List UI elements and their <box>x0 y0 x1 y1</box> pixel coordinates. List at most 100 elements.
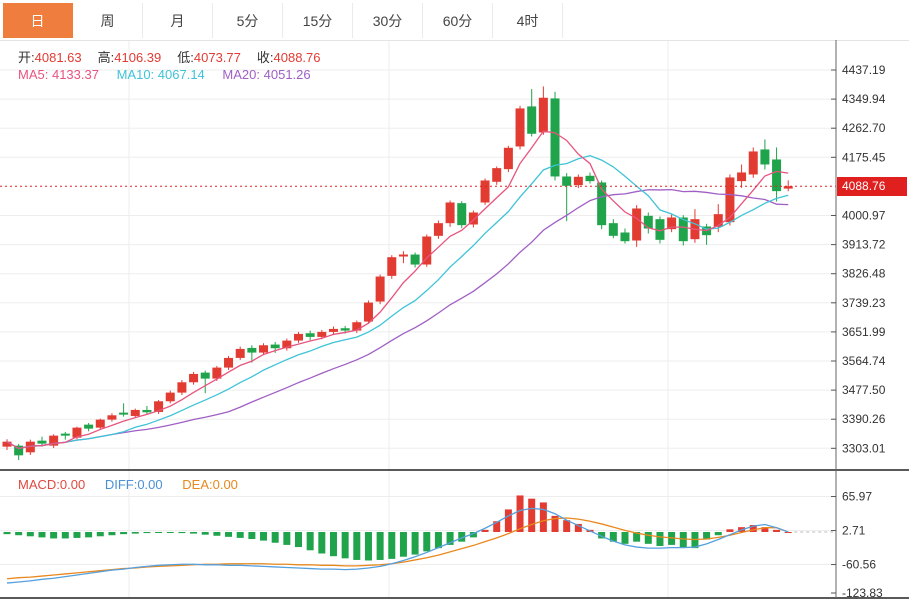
price-axis-label: 3477.50 <box>842 383 886 397</box>
price-axis-label: 3390.26 <box>842 412 886 426</box>
macd-hist-bar <box>272 532 279 543</box>
tab-week[interactable]: 周 <box>73 3 143 38</box>
macd-hist-bar <box>726 529 733 532</box>
macd-hist-bar <box>482 530 489 532</box>
candle-body <box>632 208 641 240</box>
candle-body <box>294 334 303 341</box>
macd-hist-bar <box>202 532 209 535</box>
kline-chart-plot[interactable]: 4437.194349.944262.704175.454000.973913.… <box>0 0 909 603</box>
macd-hist-bar <box>178 532 185 533</box>
tab-day[interactable]: 日 <box>3 3 73 38</box>
candle-body <box>516 108 525 146</box>
macd-hist-bar <box>540 502 547 532</box>
candle-body <box>352 322 361 330</box>
tab-5min[interactable]: 5分 <box>213 3 283 38</box>
macd-hist-bar <box>330 532 337 556</box>
ma5-line <box>7 131 788 448</box>
tab-15min[interactable]: 15分 <box>283 3 353 38</box>
ohlc-legend: 开:4081.63高:4106.39低:4073.77收:4088.76 <box>18 47 337 66</box>
candle-body <box>271 345 280 349</box>
candle-body <box>504 148 513 169</box>
close-label: 收: <box>257 50 274 65</box>
candle-body <box>446 202 455 223</box>
price-axis-label: 4349.94 <box>842 92 886 106</box>
candle-body <box>481 180 490 202</box>
diff-value: DIFF:0.00 <box>105 477 163 492</box>
candle-body <box>96 420 105 428</box>
macd-value: MACD:0.00 <box>18 477 85 492</box>
tab-60min[interactable]: 60分 <box>423 3 493 38</box>
price-axis-label: 3913.72 <box>842 238 886 252</box>
candle-body <box>201 373 210 379</box>
candle-body <box>142 410 151 412</box>
candle-body <box>224 358 233 368</box>
macd-hist-bar <box>108 532 115 535</box>
tab-month[interactable]: 月 <box>143 3 213 38</box>
ma20-legend: MA20: 4051.26 <box>222 67 310 82</box>
candle-body <box>492 168 501 182</box>
macd-hist-bar <box>377 532 384 560</box>
ma-legend: MA5: 4133.37 MA10: 4067.14 MA20: 4051.26 <box>18 67 311 82</box>
high-label: 高: <box>98 50 115 65</box>
macd-hist-bar <box>143 532 150 533</box>
candle-body <box>131 410 140 416</box>
macd-hist-bar <box>4 532 11 534</box>
macd-hist-bar <box>656 532 663 546</box>
candle-body <box>562 176 571 185</box>
candle-body <box>61 434 70 436</box>
macd-hist-bar <box>50 532 57 538</box>
candle-body <box>84 425 93 429</box>
candle-body <box>37 441 46 444</box>
candle-body <box>737 172 746 181</box>
candle-body <box>107 415 116 419</box>
dea-value: DEA:0.00 <box>182 477 238 492</box>
candle-body <box>760 149 769 164</box>
tab-30min[interactable]: 30分 <box>353 3 423 38</box>
macd-hist-bar <box>62 532 69 538</box>
candle-body <box>341 328 350 330</box>
tab-4hour[interactable]: 4时 <box>493 3 563 38</box>
open-value: 4081.63 <box>35 50 82 65</box>
macd-hist-bar <box>38 532 45 537</box>
price-axis-label: 4175.45 <box>842 150 886 164</box>
high-value: 4106.39 <box>114 50 161 65</box>
macd-hist-bar <box>505 509 512 532</box>
price-axis-label: 3303.01 <box>842 441 886 455</box>
macd-axis-label: -123.83 <box>842 586 883 600</box>
macd-axis-label: 2.71 <box>842 524 866 538</box>
macd-hist-bar <box>773 530 780 532</box>
macd-hist-bar <box>342 532 349 558</box>
candle-body <box>329 329 338 332</box>
macd-hist-bar <box>785 532 792 533</box>
candle-body <box>119 413 128 415</box>
candle-body <box>236 349 245 358</box>
candle-body <box>399 255 408 257</box>
macd-hist-bar <box>260 532 267 541</box>
candle-body <box>306 333 315 337</box>
ma5-legend: MA5: 4133.37 <box>18 67 99 82</box>
macd-hist-bar <box>621 532 628 544</box>
macd-hist-bar <box>97 532 104 536</box>
macd-hist-bar <box>388 532 395 559</box>
macd-hist-bar <box>167 532 174 533</box>
candle-body <box>539 98 548 133</box>
macd-hist-bar <box>412 532 419 555</box>
candle-body <box>411 255 420 265</box>
open-label: 开: <box>18 50 35 65</box>
candle-body <box>247 348 256 353</box>
candle-body <box>644 216 653 229</box>
candle-body <box>586 176 595 181</box>
price-axis-label: 3651.99 <box>842 325 886 339</box>
macd-hist-bar <box>27 532 34 536</box>
ma10-legend: MA10: 4067.14 <box>117 67 205 82</box>
macd-hist-bar <box>353 532 360 560</box>
macd-hist-bar <box>365 532 372 560</box>
macd-hist-bar <box>190 532 197 534</box>
candle-body <box>609 223 618 236</box>
close-value: 4088.76 <box>274 50 321 65</box>
macd-hist-bar <box>400 532 407 557</box>
price-axis-label: 3564.74 <box>842 354 886 368</box>
candle-body <box>725 177 734 222</box>
low-value: 4073.77 <box>194 50 241 65</box>
last-price-tag: 4088.76 <box>837 177 907 196</box>
